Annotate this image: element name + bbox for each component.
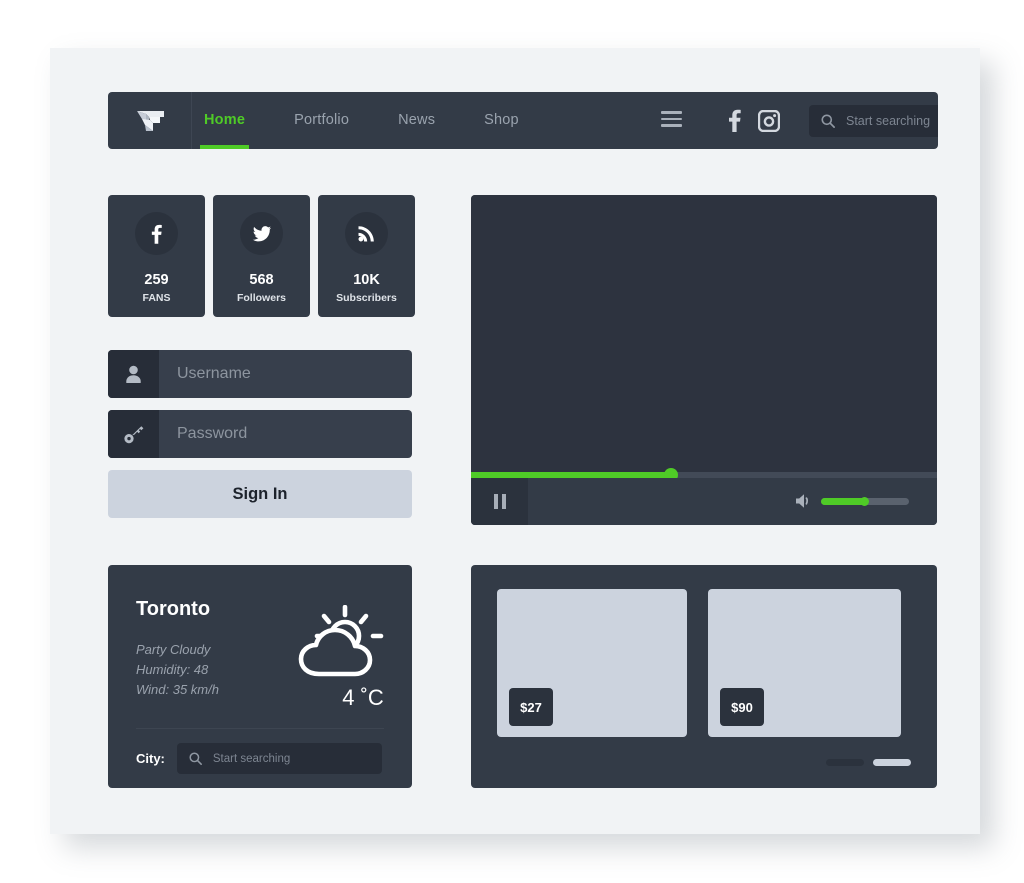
stat-card-facebook[interactable]: 259 FANS: [108, 195, 205, 317]
password-field[interactable]: Password: [108, 410, 412, 458]
top-navbar: Home Portfolio News Shop Start searching: [108, 92, 938, 149]
weather-search-input[interactable]: Start searching: [213, 753, 290, 765]
stat-label: Followers: [236, 292, 286, 304]
twitter-icon: [252, 225, 271, 241]
product-card[interactable]: $90: [708, 589, 901, 737]
pagination-dot[interactable]: [826, 759, 864, 766]
nav-link-home[interactable]: Home: [199, 92, 250, 149]
price-badge: $27: [509, 688, 553, 726]
origami-f-logo-icon: [136, 110, 164, 131]
navbar-search-box[interactable]: Start searching: [809, 105, 938, 137]
sign-in-button[interactable]: Sign In: [108, 470, 412, 518]
nav-link-news[interactable]: News: [398, 92, 435, 149]
stat-card-rss[interactable]: 10K Subscribers: [318, 195, 415, 317]
user-glyph-icon: [126, 365, 141, 383]
weather-temperature: 4 ˚C: [342, 685, 384, 710]
sun-behind-cloud-icon: [293, 604, 389, 688]
social-stats-row: 259 FANS 568 Followers 10K Subscribers: [108, 195, 415, 317]
weather-widget: Toronto Party Cloudy Humidity: 48 Wind: …: [108, 565, 412, 788]
facebook-icon: [151, 224, 162, 244]
weather-search-box[interactable]: Start searching: [176, 743, 382, 774]
volume-fill: [821, 498, 865, 505]
facebook-icon[interactable]: [728, 109, 741, 132]
weather-city-search-row: City: Start searching: [136, 743, 382, 774]
stat-label: Subscribers: [336, 292, 397, 304]
volume-slider[interactable]: [821, 497, 909, 506]
login-form: Username Password Sign In: [108, 350, 412, 518]
search-icon: [821, 114, 835, 128]
nav-link-shop[interactable]: Shop: [484, 92, 519, 149]
nav-social-links: [728, 92, 780, 149]
stat-value: 568: [249, 272, 274, 288]
pagination-dot-active[interactable]: [873, 759, 911, 766]
city-label: City:: [136, 751, 165, 766]
volume-knob[interactable]: [860, 497, 869, 506]
user-icon: [108, 350, 159, 398]
key-icon: [108, 410, 159, 458]
gallery-pagination: [826, 759, 911, 766]
weather-wind: Wind: 35 km/h: [136, 682, 219, 697]
weather-divider: [136, 728, 384, 729]
instagram-icon[interactable]: [758, 109, 780, 132]
navbar-search-input[interactable]: Start searching: [846, 114, 930, 128]
hamburger-bar: [661, 124, 682, 127]
weather-condition: Party Cloudy: [136, 642, 211, 657]
username-input[interactable]: Username: [159, 365, 412, 383]
video-control-bar: [471, 478, 937, 525]
hamburger-bar: [661, 117, 682, 121]
weather-city-name: Toronto: [136, 598, 211, 620]
stat-value: 259: [144, 272, 169, 288]
nav-links: Home Portfolio News Shop: [199, 92, 568, 149]
rss-icon: [358, 226, 374, 242]
price-badge: $90: [720, 688, 764, 726]
logo-cell[interactable]: [108, 92, 192, 149]
search-icon: [189, 752, 202, 765]
key-glyph-icon: [124, 425, 144, 443]
video-screen[interactable]: [471, 195, 937, 476]
stat-label: FANS: [142, 292, 171, 304]
nav-link-portfolio[interactable]: Portfolio: [294, 92, 349, 149]
speaker-icon[interactable]: [795, 493, 812, 509]
pause-bar: [501, 494, 506, 509]
stat-value: 10K: [353, 272, 380, 288]
username-field[interactable]: Username: [108, 350, 412, 398]
stat-icon-circle: [345, 212, 388, 255]
pause-bar: [493, 494, 498, 509]
hamburger-bar: [661, 111, 682, 114]
weather-details: Party Cloudy Humidity: 48 Wind: 35 km/h: [136, 640, 219, 700]
product-gallery: $27 $90: [471, 565, 937, 788]
app-window: Home Portfolio News Shop Start searching…: [50, 48, 980, 834]
video-player: [471, 195, 937, 525]
stat-card-twitter[interactable]: 568 Followers: [213, 195, 310, 317]
password-input[interactable]: Password: [159, 425, 412, 443]
weather-humidity: Humidity: 48: [136, 662, 209, 677]
pause-button[interactable]: [471, 478, 528, 525]
product-card[interactable]: $27: [497, 589, 687, 737]
hamburger-menu-icon[interactable]: [661, 111, 682, 128]
stat-icon-circle: [240, 212, 283, 255]
stat-icon-circle: [135, 212, 178, 255]
